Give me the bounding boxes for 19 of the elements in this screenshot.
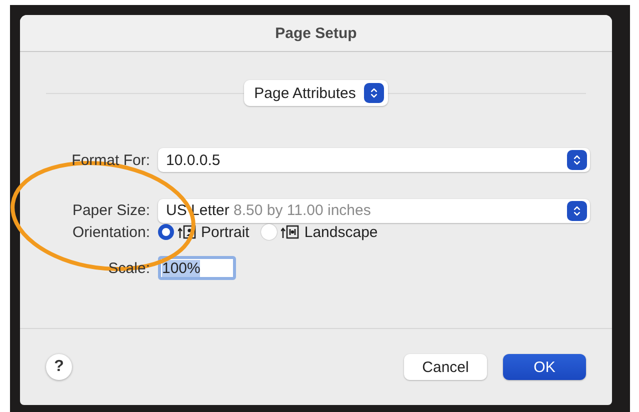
scale-field[interactable]: 100% — [158, 256, 236, 280]
ok-button[interactable]: OK — [503, 354, 586, 380]
popup-button[interactable]: US Letter 8.50 by 11.00 inches — [158, 198, 590, 222]
popup-button[interactable]: 10.0.0.5 — [158, 148, 590, 172]
help-button[interactable]: ? — [46, 354, 72, 380]
radio-button[interactable] — [158, 224, 174, 240]
radio-button[interactable] — [261, 224, 278, 240]
portrait-orientation-icon — [178, 225, 196, 239]
radio-label: Landscape — [304, 224, 378, 240]
cancel-button[interactable]: Cancel — [404, 354, 487, 380]
section-popup[interactable]: Page Attributes — [244, 80, 388, 106]
landscape-orientation-icon — [281, 225, 300, 239]
field-label: Paper Size: — [72, 202, 150, 219]
popup-arrows-icon — [364, 83, 384, 103]
popup-arrows-icon — [567, 200, 587, 220]
popup-arrows-icon — [567, 150, 587, 170]
field-label: Orientation: — [72, 224, 150, 240]
radio-label: Portrait — [201, 224, 250, 240]
window-title: Page Setup — [275, 24, 357, 42]
